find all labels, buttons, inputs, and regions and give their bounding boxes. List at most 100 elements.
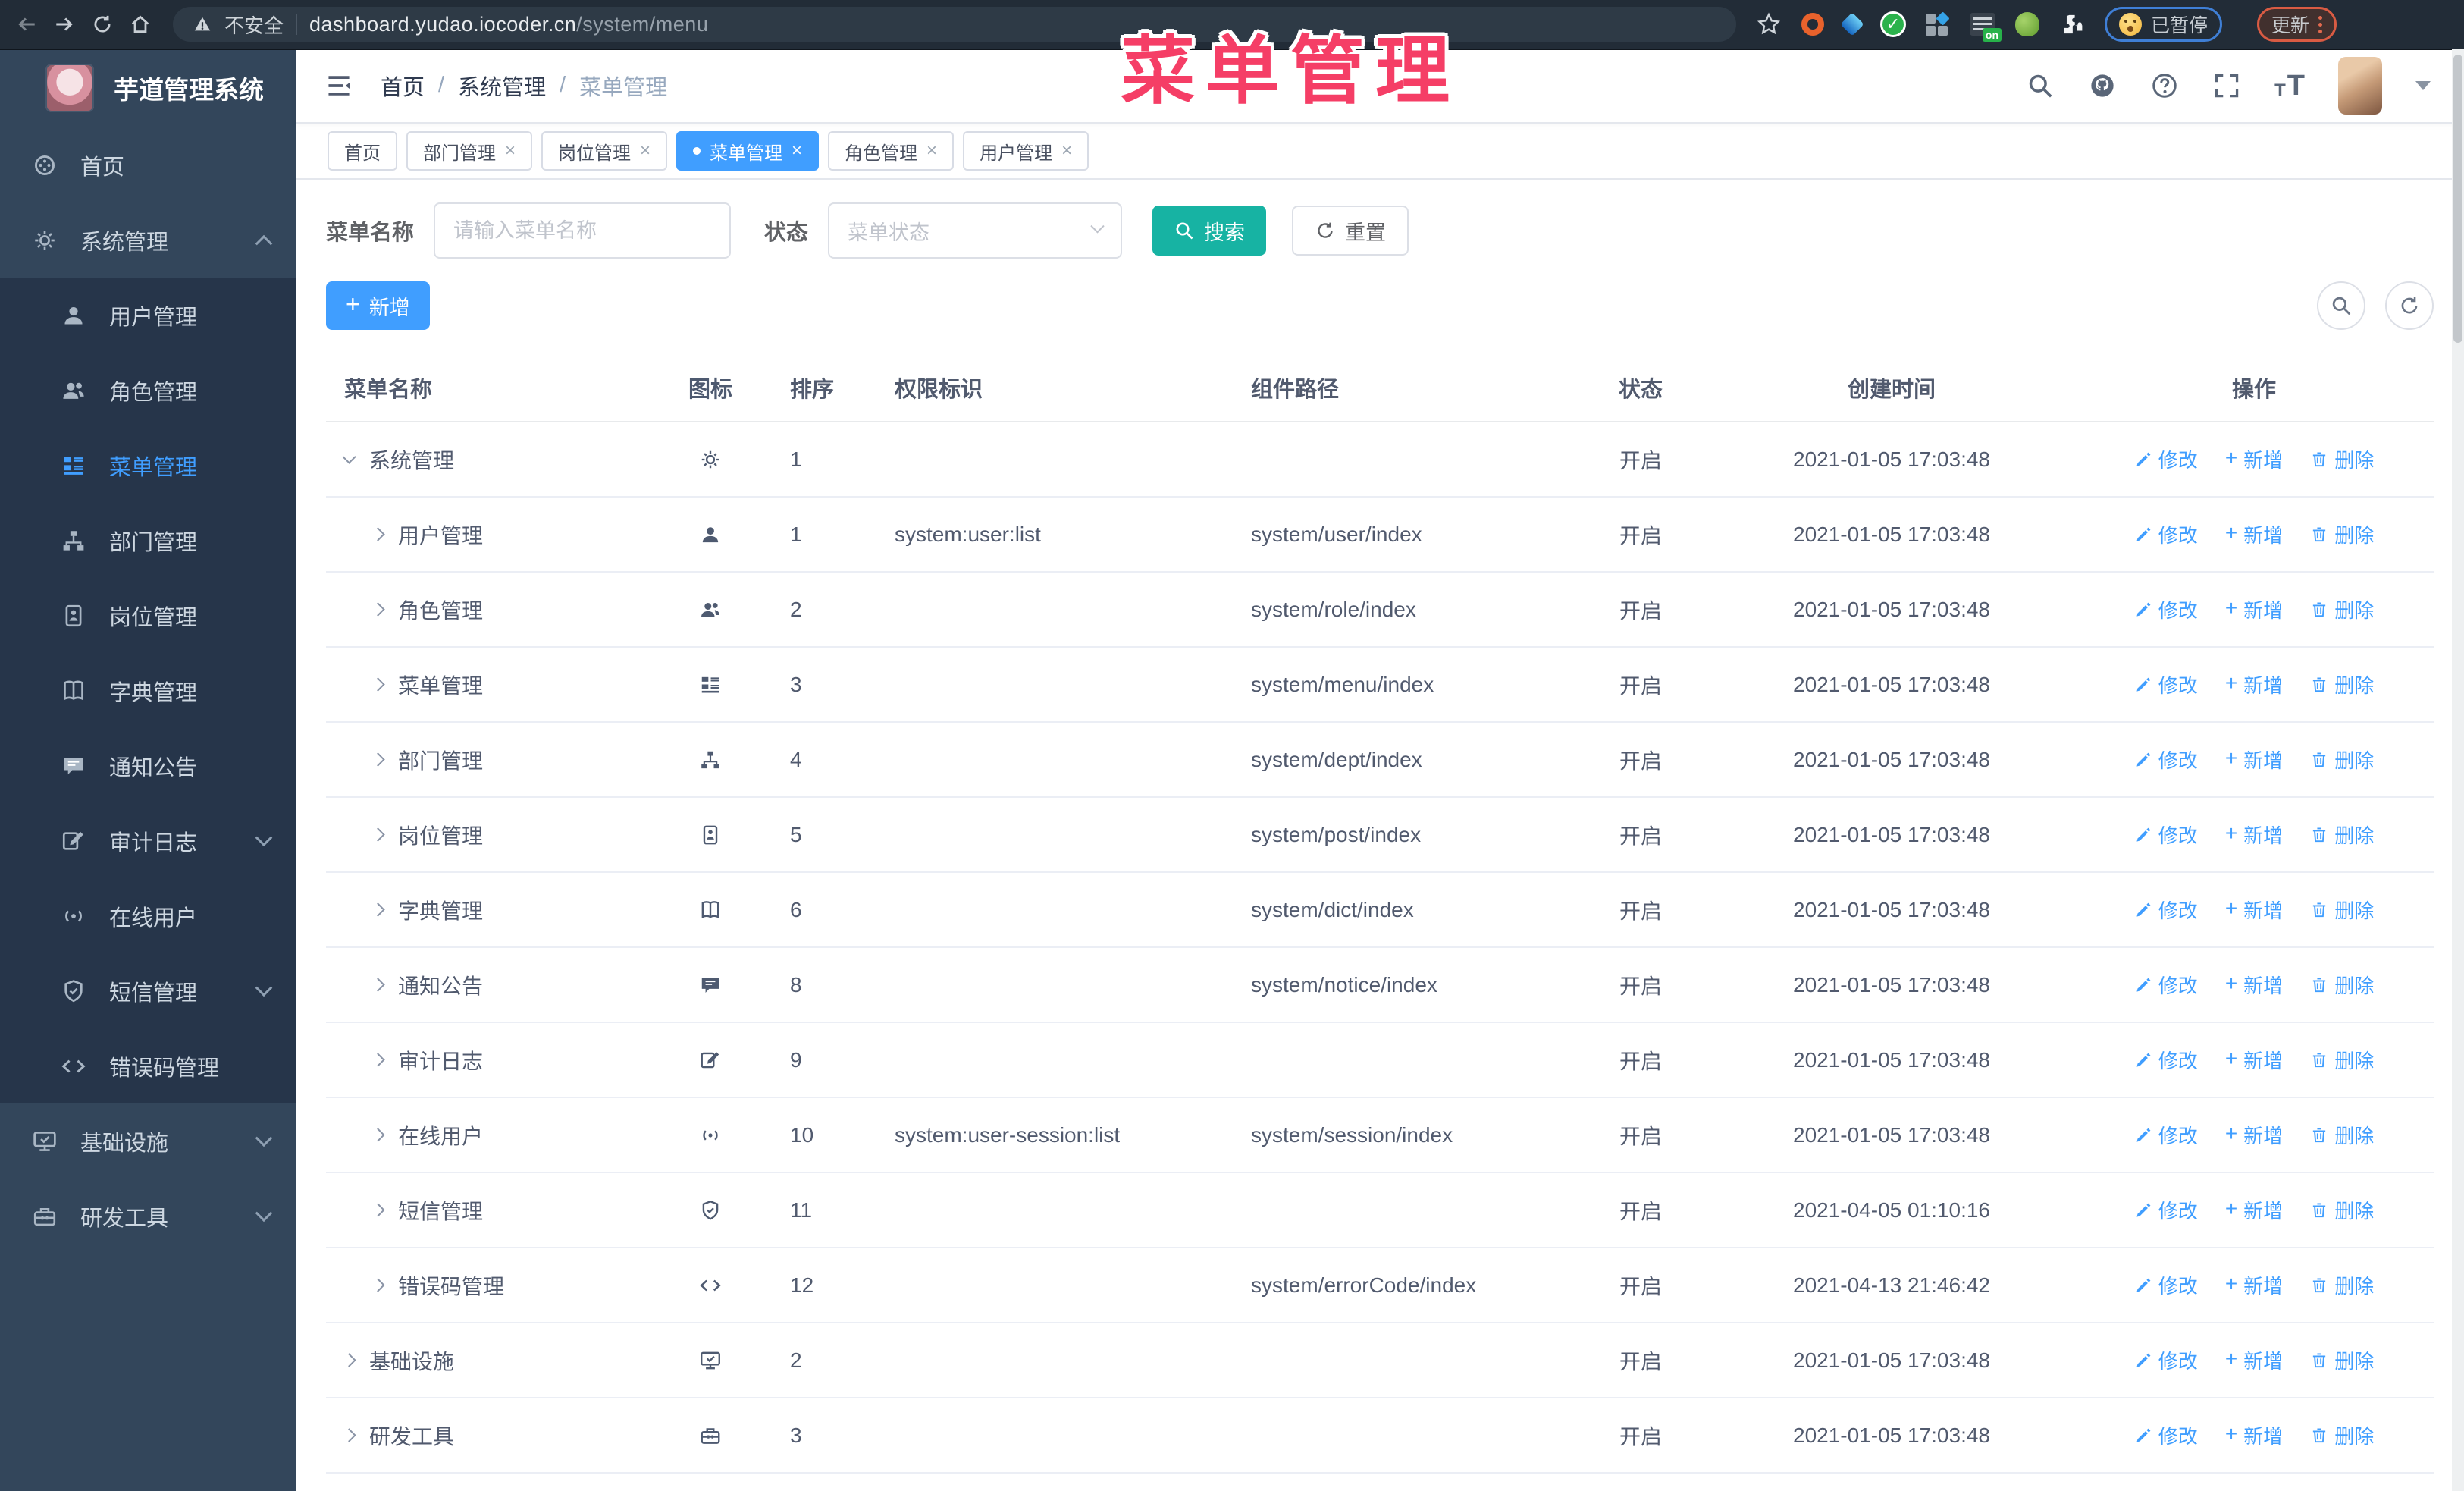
extension-frog-icon[interactable] <box>2015 12 2039 36</box>
expand-right-icon[interactable] <box>371 1053 385 1067</box>
expand-right-icon[interactable] <box>371 827 385 842</box>
edit-link[interactable]: 修改 <box>2134 670 2198 698</box>
table-row[interactable]: 字典管理 6 system/dict/index 开启 2021-01-05 17:03… <box>326 873 2434 948</box>
expand-right-icon[interactable] <box>371 527 385 541</box>
delete-link[interactable]: 删除 <box>2310 1196 2374 1224</box>
edit-link[interactable]: 修改 <box>2134 1121 2198 1149</box>
sidebar-item-dept[interactable]: 部门管理 <box>0 503 296 578</box>
reload-icon[interactable] <box>91 13 114 36</box>
menu-name-input[interactable] <box>434 202 732 259</box>
tab-首页[interactable]: 首页 <box>328 131 397 171</box>
delete-link[interactable]: 删除 <box>2310 1271 2374 1299</box>
fullscreen-icon[interactable] <box>2212 71 2241 100</box>
add-link[interactable]: + 新增 <box>2225 1121 2283 1149</box>
edit-link[interactable]: 修改 <box>2134 821 2198 849</box>
bookmark-star-icon[interactable] <box>1756 11 1782 37</box>
table-row[interactable]: 基础设施 2 开启 2021-01-05 17:03:48 修改 + 新增 删除 <box>326 1323 2434 1398</box>
extensions-puzzle-icon[interactable] <box>2059 11 2085 37</box>
search-button[interactable]: 搜索 <box>1152 206 1267 256</box>
help-icon[interactable] <box>2150 71 2179 100</box>
add-link[interactable]: + 新增 <box>2225 595 2283 623</box>
refresh-table-button[interactable] <box>2385 281 2434 330</box>
tab-菜单管理[interactable]: 菜单管理 × <box>676 131 820 171</box>
table-row[interactable]: 菜单管理 3 system/menu/index 开启 2021-01-05 17:03… <box>326 648 2434 723</box>
delete-link[interactable]: 删除 <box>2310 520 2374 548</box>
sidebar-item-devtool[interactable]: 研发工具 <box>0 1179 296 1254</box>
add-link[interactable]: + 新增 <box>2225 1421 2283 1449</box>
edit-link[interactable]: 修改 <box>2134 520 2198 548</box>
close-icon[interactable]: × <box>1061 142 1072 160</box>
sidebar-item-menu[interactable]: 菜单管理 <box>0 428 296 503</box>
delete-link[interactable]: 删除 <box>2310 1046 2374 1074</box>
sidebar-item-audit[interactable]: 审计日志 <box>0 803 296 878</box>
sidebar-item-online[interactable]: 在线用户 <box>0 878 296 953</box>
close-icon[interactable]: × <box>926 142 937 160</box>
extension-tiles-icon[interactable] <box>1926 11 1950 36</box>
edit-link[interactable]: 修改 <box>2134 971 2198 999</box>
expand-right-icon[interactable] <box>371 1128 385 1142</box>
add-link[interactable]: + 新增 <box>2225 1046 2283 1074</box>
tab-用户管理[interactable]: 用户管理 × <box>963 131 1089 171</box>
edit-link[interactable]: 修改 <box>2134 896 2198 924</box>
edit-link[interactable]: 修改 <box>2134 595 2198 623</box>
expand-right-icon[interactable] <box>371 902 385 917</box>
edit-link[interactable]: 修改 <box>2134 1421 2198 1449</box>
expand-right-icon[interactable] <box>371 677 385 692</box>
sidebar-item-post[interactable]: 岗位管理 <box>0 578 296 653</box>
back-icon[interactable] <box>15 13 38 36</box>
expand-right-icon[interactable] <box>342 1353 356 1367</box>
browser-home-icon[interactable] <box>129 13 152 36</box>
expand-right-icon[interactable] <box>371 1203 385 1217</box>
table-row[interactable]: 通知公告 8 system/notice/index 开启 2021-01-05 17:… <box>326 948 2434 1023</box>
delete-link[interactable]: 删除 <box>2310 1121 2374 1149</box>
table-row[interactable]: 错误码管理 12 system/errorCode/index 开启 2021-04-1… <box>326 1248 2434 1323</box>
expand-right-icon[interactable] <box>342 1428 356 1442</box>
logo[interactable]: 芋道管理系统 <box>0 49 296 127</box>
table-row[interactable]: 短信管理 11 开启 2021-04-05 01:10:16 修改 + 新增 删除 <box>326 1173 2434 1248</box>
sidebar-item-sms[interactable]: 短信管理 <box>0 953 296 1028</box>
breadcrumb-system[interactable]: 系统管理 <box>458 70 546 102</box>
edit-link[interactable]: 修改 <box>2134 1346 2198 1374</box>
edit-link[interactable]: 修改 <box>2134 1196 2198 1224</box>
delete-link[interactable]: 删除 <box>2310 1346 2374 1374</box>
edit-link[interactable]: 修改 <box>2134 1046 2198 1074</box>
delete-link[interactable]: 删除 <box>2310 746 2374 774</box>
edit-link[interactable]: 修改 <box>2134 1271 2198 1299</box>
sidebar-item-system[interactable]: 系统管理 <box>0 202 296 278</box>
expand-down-icon[interactable] <box>342 450 356 464</box>
paused-extension-badge[interactable]: 已暂停 <box>2105 7 2223 42</box>
forward-icon[interactable] <box>53 13 76 36</box>
sidebar-item-user[interactable]: 用户管理 <box>0 278 296 353</box>
add-link[interactable]: + 新增 <box>2225 971 2283 999</box>
kebab-menu-icon[interactable] <box>2318 15 2323 33</box>
table-row[interactable]: 系统管理 1 开启 2021-01-05 17:03:48 修改 + 新增 删除 <box>326 422 2434 498</box>
sidebar-item-home[interactable]: 首页 <box>0 127 296 202</box>
add-link[interactable]: + 新增 <box>2225 520 2283 548</box>
expand-right-icon[interactable] <box>371 978 385 992</box>
delete-link[interactable]: 删除 <box>2310 445 2374 473</box>
font-size-icon[interactable]: TT <box>2274 71 2305 100</box>
sidebar-item-role[interactable]: 角色管理 <box>0 353 296 428</box>
delete-link[interactable]: 删除 <box>2310 896 2374 924</box>
sidebar-item-errcode[interactable]: 错误码管理 <box>0 1028 296 1103</box>
add-link[interactable]: + 新增 <box>2225 896 2283 924</box>
sidebar-item-notice[interactable]: 通知公告 <box>0 728 296 803</box>
reset-button[interactable]: 重置 <box>1292 206 1409 256</box>
delete-link[interactable]: 删除 <box>2310 670 2374 698</box>
scrollbar-thumb[interactable] <box>2453 55 2462 343</box>
sidebar-item-dict[interactable]: 字典管理 <box>0 653 296 728</box>
table-row[interactable]: 部门管理 4 system/dept/index 开启 2021-01-05 17:03… <box>326 723 2434 798</box>
close-icon[interactable]: × <box>640 142 650 160</box>
user-avatar[interactable] <box>2338 56 2382 115</box>
table-row[interactable]: 角色管理 2 system/role/index 开启 2021-01-05 17:03… <box>326 573 2434 648</box>
extension-gem-icon[interactable] <box>1840 12 1864 36</box>
add-link[interactable]: + 新增 <box>2225 445 2283 473</box>
tab-岗位管理[interactable]: 岗位管理 × <box>541 131 668 171</box>
scrollbar-track[interactable] <box>2452 49 2464 1491</box>
delete-link[interactable]: 删除 <box>2310 971 2374 999</box>
browser-update-button[interactable]: 更新 <box>2257 7 2337 42</box>
add-link[interactable]: + 新增 <box>2225 821 2283 849</box>
add-link[interactable]: + 新增 <box>2225 746 2283 774</box>
edit-link[interactable]: 修改 <box>2134 445 2198 473</box>
close-icon[interactable]: × <box>792 142 802 160</box>
